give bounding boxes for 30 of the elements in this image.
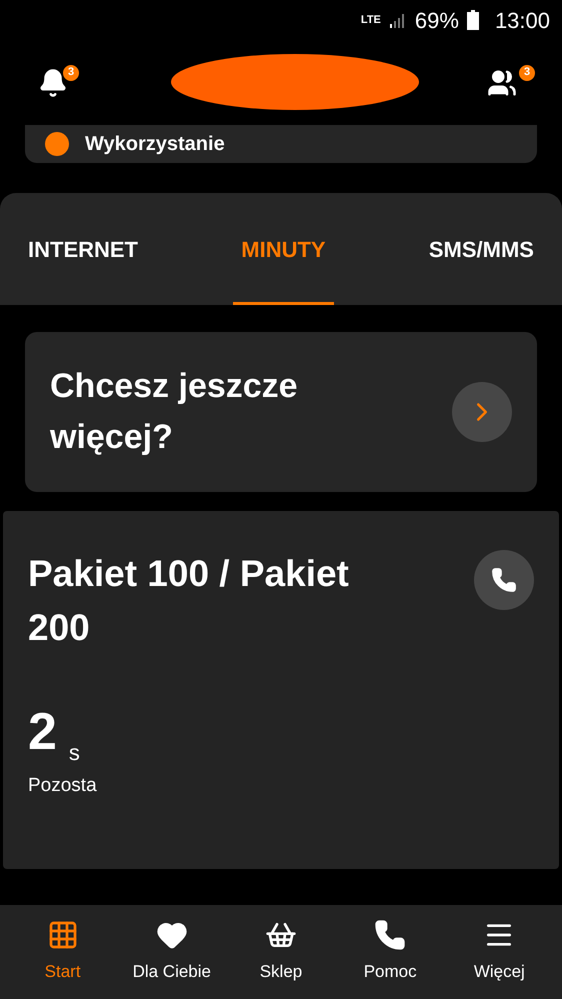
network-type: LTE — [360, 14, 381, 26]
signal-icon — [388, 12, 407, 28]
battery-icon — [466, 10, 479, 30]
account-badge: 3 — [518, 64, 536, 82]
remaining-unit: s — [68, 742, 80, 764]
nav-item[interactable]: Dla Ciebie — [122, 919, 222, 985]
bell-icon — [38, 68, 68, 98]
nav-item[interactable]: Pomoc — [340, 919, 440, 985]
battery-percent: 69% — [414, 6, 459, 34]
remaining-amount: 2 — [28, 706, 57, 758]
phone-icon — [374, 919, 406, 952]
nav-item[interactable]: Start — [12, 919, 113, 985]
promo-card[interactable]: Chcesz jeszcze więcej? — [25, 332, 537, 492]
grid-icon — [46, 919, 79, 952]
clock: 13:00 — [494, 6, 550, 34]
promo-title: Chcesz jeszcze więcej? — [50, 366, 299, 458]
usage-card[interactable]: Wykorzystanie — [25, 125, 537, 163]
nav-item[interactable]: Więcej — [449, 919, 550, 985]
phone-icon — [491, 567, 517, 593]
notifications-button[interactable] — [38, 68, 68, 98]
nav-item[interactable]: Sklep — [230, 919, 331, 985]
notification-badge: 3 — [62, 64, 80, 82]
tab[interactable]: SMS/MMS — [420, 193, 542, 305]
remaining-caption: Pozosta — [28, 774, 98, 798]
package-title: Pakiet 100 / Pakiet 200 — [28, 552, 350, 650]
tab[interactable]: INTERNET — [20, 193, 146, 305]
account-button[interactable] — [487, 68, 517, 98]
users-icon — [487, 68, 517, 98]
tab[interactable]: MINUTY — [233, 193, 334, 305]
usage-label: Wykorzystanie — [85, 134, 225, 154]
